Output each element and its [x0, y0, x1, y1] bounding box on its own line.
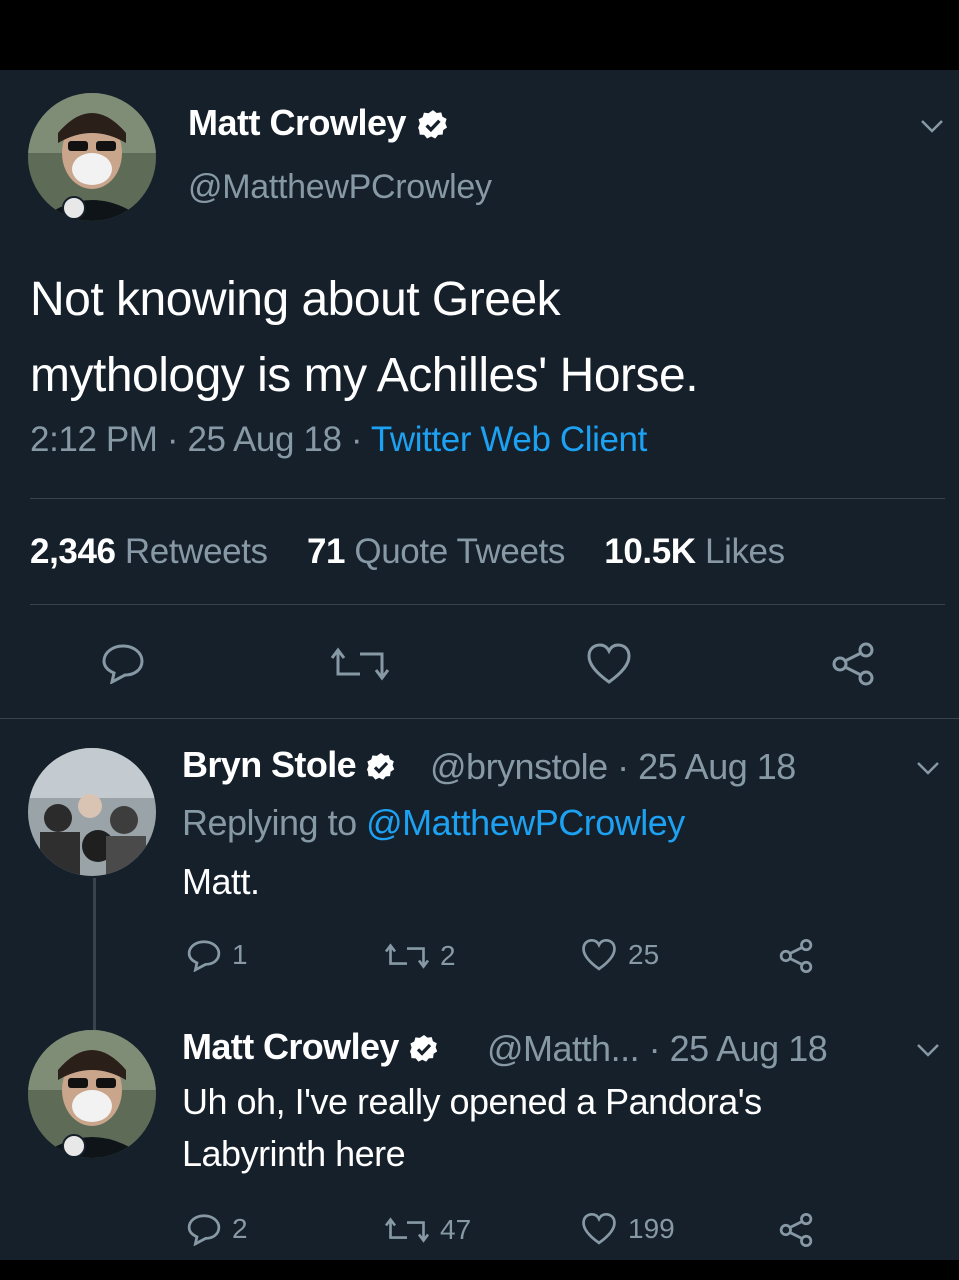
share-icon[interactable] [830, 642, 876, 686]
quote-tweets-stat[interactable]: 71 Quote Tweets [307, 532, 565, 571]
share-icon[interactable] [778, 938, 814, 974]
like-button[interactable]: 199 [580, 1212, 675, 1246]
reply-button[interactable]: 2 [186, 1212, 248, 1246]
reply-text: Matt. [182, 856, 260, 908]
retweets-stat[interactable]: 2,346 Retweets [30, 532, 268, 571]
retweet-count: 47 [440, 1214, 472, 1245]
reply-handle[interactable]: @Matth... [487, 1028, 640, 1069]
tweet-stats: 2,346 Retweets 71 Quote Tweets 10.5K Lik… [30, 532, 785, 572]
thread-connector-line [93, 878, 96, 1030]
retweet-button[interactable]: 2 [384, 940, 456, 972]
verified-badge-icon [410, 1035, 438, 1063]
tweet-meta: 2:12 PM · 25 Aug 18 · Twitter Web Client [30, 420, 647, 460]
tweet-text-line: Not knowing about Greek [30, 273, 561, 326]
divider [30, 498, 945, 499]
reply-date[interactable]: 25 Aug 18 [638, 746, 796, 787]
retweet-button[interactable]: 47 [384, 1214, 471, 1246]
tweet-client[interactable]: Twitter Web Client [371, 420, 648, 459]
verified-badge-icon [417, 110, 447, 139]
reply-count: 1 [232, 939, 248, 970]
reply-text-line: Matt. [182, 861, 260, 902]
meta-separator: · [350, 420, 371, 459]
like-icon[interactable] [585, 642, 633, 686]
retweet-icon[interactable] [330, 644, 390, 684]
top-black-bar [0, 0, 959, 70]
reply-button[interactable]: 1 [186, 938, 248, 972]
like-icon [582, 938, 616, 971]
reply-icon[interactable] [100, 642, 146, 684]
retweet-count: 2 [440, 940, 456, 971]
reply-author-name[interactable]: Bryn Stole [182, 744, 397, 786]
retweet-icon [384, 943, 430, 969]
reply-handle-date: @Matth... · 25 Aug 18 [487, 1028, 828, 1069]
reply-text-line: Labyrinth here [182, 1133, 406, 1174]
share-icon[interactable] [778, 1212, 814, 1248]
avatar-matt-crowley[interactable] [28, 93, 156, 221]
reply-handle-date: @brynstole · 25 Aug 18 [430, 746, 796, 787]
chevron-down-icon[interactable] [918, 116, 946, 136]
reply-author-name[interactable]: Matt Crowley [182, 1026, 440, 1068]
avatar-status-badge [62, 196, 86, 220]
reply-handle[interactable]: @brynstole [430, 746, 608, 787]
tweet-date[interactable]: 25 Aug 18 [187, 420, 341, 459]
like-count: 199 [628, 1213, 675, 1244]
like-button[interactable]: 25 [580, 938, 659, 972]
replying-to: Replying to @MatthewPCrowley [182, 802, 685, 843]
divider [30, 604, 945, 605]
reply-text-line: Uh oh, I've really opened a Pandora's [182, 1081, 762, 1122]
avatar-matt-crowley[interactable] [28, 1030, 156, 1158]
bottom-black-bar [0, 1260, 959, 1280]
tweet-text: Not knowing about Greek mythology is my … [30, 262, 930, 414]
avatar-status-badge [62, 1134, 86, 1158]
like-icon [582, 1212, 616, 1245]
verified-badge-icon [367, 753, 395, 781]
retweet-icon [384, 1217, 430, 1243]
reply-text: Uh oh, I've really opened a Pandora's La… [182, 1076, 762, 1180]
reply-count: 2 [232, 1213, 248, 1244]
reply-date[interactable]: 25 Aug 18 [670, 1028, 828, 1069]
divider [0, 718, 959, 719]
tweet-time[interactable]: 2:12 PM [30, 420, 158, 459]
chevron-down-icon[interactable] [914, 758, 942, 778]
like-count: 25 [628, 939, 660, 970]
replying-to-mention[interactable]: @MatthewPCrowley [366, 802, 685, 843]
avatar-bryn-stole[interactable] [28, 748, 156, 876]
likes-stat[interactable]: 10.5K Likes [604, 532, 785, 571]
reply-icon [187, 1214, 221, 1246]
reply-icon [187, 940, 221, 972]
author-name[interactable]: Matt Crowley [188, 102, 450, 144]
author-handle[interactable]: @MatthewPCrowley [188, 168, 492, 207]
chevron-down-icon[interactable] [914, 1040, 942, 1060]
tweet-text-line: mythology is my Achilles' Horse. [30, 349, 699, 402]
meta-separator: · [166, 420, 188, 459]
